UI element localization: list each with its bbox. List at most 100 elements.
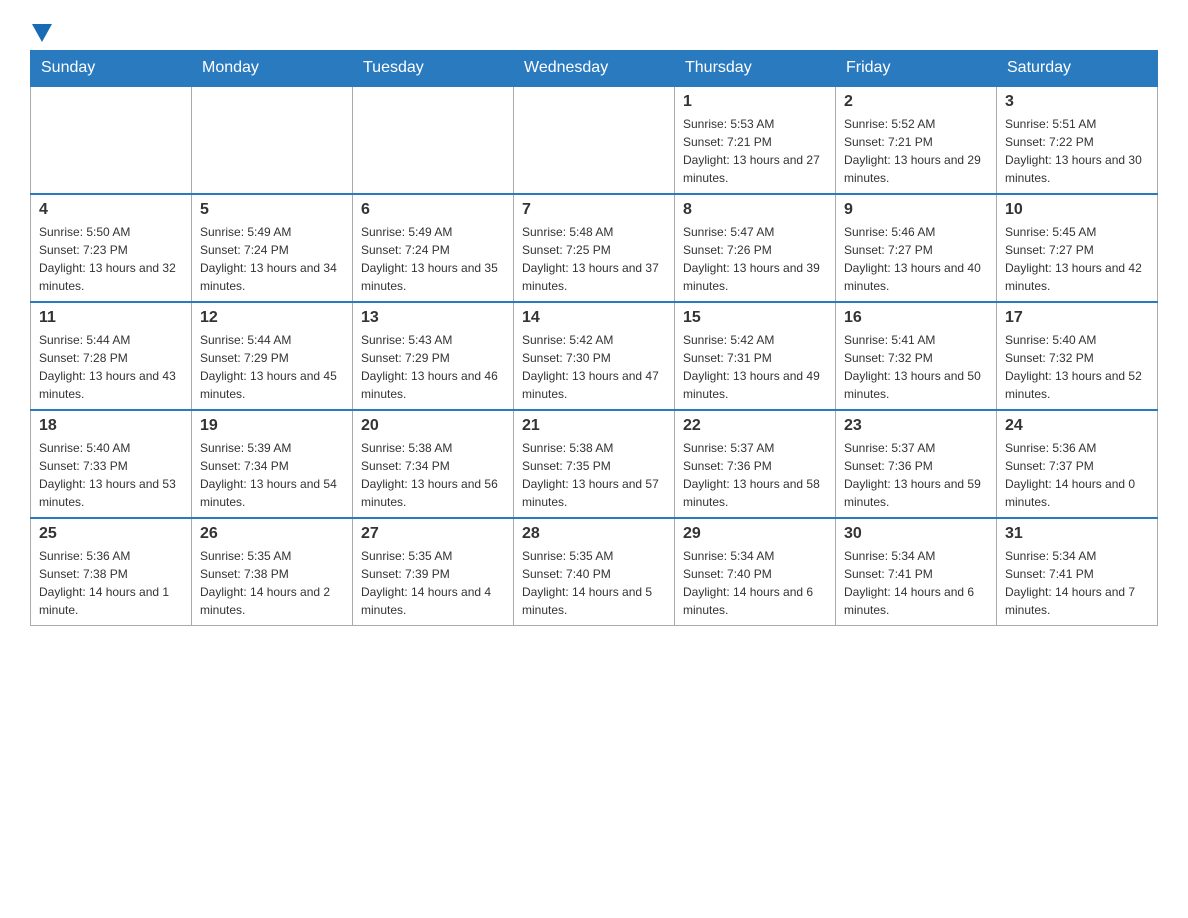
day-info: Sunrise: 5:40 AM Sunset: 7:32 PM Dayligh… [1005,331,1149,403]
day-number: 8 [683,201,827,219]
day-number: 2 [844,93,988,111]
calendar-cell: 20 Sunrise: 5:38 AM Sunset: 7:34 PM Dayli… [353,410,514,518]
day-number: 24 [1005,417,1149,435]
calendar-cell: 30 Sunrise: 5:34 AM Sunset: 7:41 PM Dayli… [836,518,997,626]
calendar-cell: 7 Sunrise: 5:48 AM Sunset: 7:25 PM Daylig… [514,194,675,302]
day-info: Sunrise: 5:43 AM Sunset: 7:29 PM Dayligh… [361,331,505,403]
day-info: Sunrise: 5:35 AM Sunset: 7:39 PM Dayligh… [361,547,505,619]
calendar-week-2: 4 Sunrise: 5:50 AM Sunset: 7:23 PM Daylig… [31,194,1158,302]
day-info: Sunrise: 5:37 AM Sunset: 7:36 PM Dayligh… [844,439,988,511]
weekday-header-tuesday: Tuesday [353,51,514,87]
calendar-cell: 9 Sunrise: 5:46 AM Sunset: 7:27 PM Daylig… [836,194,997,302]
day-number: 30 [844,525,988,543]
day-info: Sunrise: 5:50 AM Sunset: 7:23 PM Dayligh… [39,223,183,295]
day-number: 1 [683,93,827,111]
day-number: 14 [522,309,666,327]
weekday-header-saturday: Saturday [997,51,1158,87]
day-info: Sunrise: 5:36 AM Sunset: 7:37 PM Dayligh… [1005,439,1149,511]
calendar-cell: 1Sunrise: 5:53 AM Sunset: 7:21 PM Daylig… [675,86,836,194]
day-info: Sunrise: 5:38 AM Sunset: 7:35 PM Dayligh… [522,439,666,511]
day-number: 6 [361,201,505,219]
day-info: Sunrise: 5:51 AM Sunset: 7:22 PM Dayligh… [1005,115,1149,187]
calendar-cell: 4 Sunrise: 5:50 AM Sunset: 7:23 PM Daylig… [31,194,192,302]
day-info: Sunrise: 5:41 AM Sunset: 7:32 PM Dayligh… [844,331,988,403]
calendar-cell: 10 Sunrise: 5:45 AM Sunset: 7:27 PM Dayli… [997,194,1158,302]
day-number: 20 [361,417,505,435]
day-number: 12 [200,309,344,327]
day-number: 4 [39,201,183,219]
calendar-cell: 29 Sunrise: 5:34 AM Sunset: 7:40 PM Dayli… [675,518,836,626]
day-info: Sunrise: 5:35 AM Sunset: 7:38 PM Dayligh… [200,547,344,619]
day-info: Sunrise: 5:35 AM Sunset: 7:40 PM Dayligh… [522,547,666,619]
day-info: Sunrise: 5:42 AM Sunset: 7:31 PM Dayligh… [683,331,827,403]
calendar-cell: 11 Sunrise: 5:44 AM Sunset: 7:28 PM Dayli… [31,302,192,410]
day-info: Sunrise: 5:44 AM Sunset: 7:28 PM Dayligh… [39,331,183,403]
calendar-cell: 14 Sunrise: 5:42 AM Sunset: 7:30 PM Dayli… [514,302,675,410]
day-info: Sunrise: 5:36 AM Sunset: 7:38 PM Dayligh… [39,547,183,619]
calendar-cell: 3 Sunrise: 5:51 AM Sunset: 7:22 PM Daylig… [997,86,1158,194]
day-number: 18 [39,417,183,435]
day-info: Sunrise: 5:34 AM Sunset: 7:41 PM Dayligh… [1005,547,1149,619]
day-info: Sunrise: 5:52 AM Sunset: 7:21 PM Dayligh… [844,115,988,187]
day-number: 16 [844,309,988,327]
day-number: 10 [1005,201,1149,219]
calendar-cell [353,86,514,194]
page-header [30,20,1158,30]
day-number: 7 [522,201,666,219]
logo [30,20,54,30]
calendar-cell: 5Sunrise: 5:49 AM Sunset: 7:24 PM Daylig… [192,194,353,302]
day-number: 29 [683,525,827,543]
calendar-cell: 12 Sunrise: 5:44 AM Sunset: 7:29 PM Dayli… [192,302,353,410]
calendar-cell [31,86,192,194]
calendar-cell: 22 Sunrise: 5:37 AM Sunset: 7:36 PM Dayli… [675,410,836,518]
day-number: 15 [683,309,827,327]
calendar-cell: 2 Sunrise: 5:52 AM Sunset: 7:21 PM Daylig… [836,86,997,194]
day-info: Sunrise: 5:49 AM Sunset: 7:24 PM Dayligh… [200,223,344,295]
calendar-cell: 26 Sunrise: 5:35 AM Sunset: 7:38 PM Dayli… [192,518,353,626]
weekday-header-friday: Friday [836,51,997,87]
weekday-header-wednesday: Wednesday [514,51,675,87]
day-info: Sunrise: 5:42 AM Sunset: 7:30 PM Dayligh… [522,331,666,403]
day-info: Sunrise: 5:34 AM Sunset: 7:40 PM Dayligh… [683,547,827,619]
weekday-header-monday: Monday [192,51,353,87]
calendar-cell: 23 Sunrise: 5:37 AM Sunset: 7:36 PM Dayli… [836,410,997,518]
day-info: Sunrise: 5:45 AM Sunset: 7:27 PM Dayligh… [1005,223,1149,295]
calendar-cell [192,86,353,194]
calendar-cell: 15 Sunrise: 5:42 AM Sunset: 7:31 PM Dayli… [675,302,836,410]
day-number: 27 [361,525,505,543]
calendar-cell: 13 Sunrise: 5:43 AM Sunset: 7:29 PM Dayli… [353,302,514,410]
day-info: Sunrise: 5:39 AM Sunset: 7:34 PM Dayligh… [200,439,344,511]
weekday-header-row: SundayMondayTuesdayWednesdayThursdayFrid… [31,51,1158,87]
day-number: 23 [844,417,988,435]
day-number: 17 [1005,309,1149,327]
calendar-cell: 19 Sunrise: 5:39 AM Sunset: 7:34 PM Dayli… [192,410,353,518]
day-number: 21 [522,417,666,435]
day-info: Sunrise: 5:40 AM Sunset: 7:33 PM Dayligh… [39,439,183,511]
day-info: Sunrise: 5:48 AM Sunset: 7:25 PM Dayligh… [522,223,666,295]
day-info: Sunrise: 5:46 AM Sunset: 7:27 PM Dayligh… [844,223,988,295]
day-number: 28 [522,525,666,543]
day-number: 11 [39,309,183,327]
logo-triangle-icon [32,24,52,42]
calendar-cell: 24 Sunrise: 5:36 AM Sunset: 7:37 PM Dayli… [997,410,1158,518]
calendar-cell: 17 Sunrise: 5:40 AM Sunset: 7:32 PM Dayli… [997,302,1158,410]
calendar-cell: 25Sunrise: 5:36 AM Sunset: 7:38 PM Dayli… [31,518,192,626]
calendar-cell: 18 Sunrise: 5:40 AM Sunset: 7:33 PM Dayli… [31,410,192,518]
day-info: Sunrise: 5:34 AM Sunset: 7:41 PM Dayligh… [844,547,988,619]
day-info: Sunrise: 5:37 AM Sunset: 7:36 PM Dayligh… [683,439,827,511]
day-info: Sunrise: 5:38 AM Sunset: 7:34 PM Dayligh… [361,439,505,511]
day-number: 3 [1005,93,1149,111]
calendar-week-5: 25Sunrise: 5:36 AM Sunset: 7:38 PM Dayli… [31,518,1158,626]
day-number: 19 [200,417,344,435]
calendar-cell: 21 Sunrise: 5:38 AM Sunset: 7:35 PM Dayli… [514,410,675,518]
calendar-week-4: 18 Sunrise: 5:40 AM Sunset: 7:33 PM Dayli… [31,410,1158,518]
day-info: Sunrise: 5:44 AM Sunset: 7:29 PM Dayligh… [200,331,344,403]
day-number: 26 [200,525,344,543]
day-number: 13 [361,309,505,327]
day-number: 31 [1005,525,1149,543]
weekday-header-sunday: Sunday [31,51,192,87]
calendar-cell: 6Sunrise: 5:49 AM Sunset: 7:24 PM Daylig… [353,194,514,302]
day-number: 22 [683,417,827,435]
day-number: 9 [844,201,988,219]
day-info: Sunrise: 5:47 AM Sunset: 7:26 PM Dayligh… [683,223,827,295]
